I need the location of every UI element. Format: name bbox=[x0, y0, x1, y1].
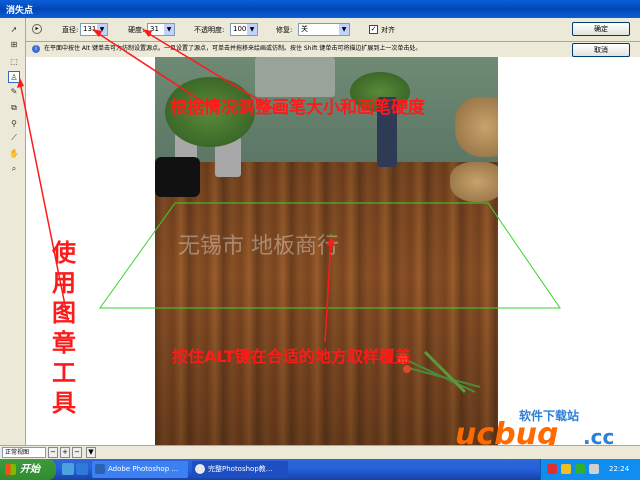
zoom-out-button[interactable]: − bbox=[48, 447, 58, 458]
arrowhead bbox=[327, 236, 335, 246]
annotation-alt-sample: 按住ALT键在合适的地方取样覆盖 bbox=[172, 347, 411, 366]
app-icon bbox=[195, 464, 205, 474]
browser-icon[interactable] bbox=[76, 463, 88, 475]
status-bar: 正常视图 − + − ▼ bbox=[0, 445, 640, 459]
windows-logo-icon bbox=[5, 464, 16, 475]
windows-taskbar: 开始 Adobe Photoshop ... 完整Photoshop教... 2… bbox=[0, 459, 640, 480]
arrow-to-sample-point bbox=[324, 239, 332, 343]
zoom-menu-button[interactable]: ▼ bbox=[86, 447, 96, 458]
task-tutorial[interactable]: 完整Photoshop教... bbox=[192, 461, 288, 478]
volume-icon[interactable] bbox=[589, 464, 599, 474]
zoom-fit-button[interactable]: − bbox=[72, 447, 82, 458]
clock[interactable]: 22:24 bbox=[609, 459, 629, 480]
task-label: 完整Photoshop教... bbox=[208, 465, 273, 473]
start-button[interactable]: 开始 bbox=[0, 459, 56, 480]
photoshop-icon bbox=[95, 464, 105, 474]
tray-icon[interactable] bbox=[575, 464, 585, 474]
arrowhead bbox=[17, 78, 24, 88]
annotation-adjust-brush: 根据情况调整画笔大小和画笔硬度 bbox=[170, 98, 425, 118]
start-label: 开始 bbox=[20, 464, 40, 475]
arrowhead bbox=[142, 29, 152, 37]
annotation-use-stamp: 使用图章工具 bbox=[52, 239, 76, 417]
zoom-field[interactable]: 正常视图 bbox=[2, 447, 46, 458]
zoom-in-button[interactable]: + bbox=[60, 447, 70, 458]
system-tray: 22:24 bbox=[540, 459, 640, 480]
task-label: Adobe Photoshop ... bbox=[108, 465, 179, 473]
tray-icon[interactable] bbox=[561, 464, 571, 474]
desktop-icon[interactable] bbox=[62, 463, 74, 475]
task-photoshop[interactable]: Adobe Photoshop ... bbox=[92, 461, 188, 478]
tray-icon[interactable] bbox=[547, 464, 557, 474]
